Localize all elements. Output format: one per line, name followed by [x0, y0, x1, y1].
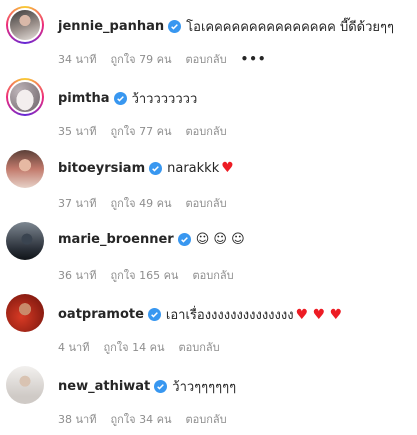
comment-item: jennie_panhan โอเคคคคคคคคคคคคคคค บี๊ดีด้…	[0, 6, 417, 66]
avatar[interactable]	[6, 78, 44, 116]
reply-button[interactable]: ตอบกลับ	[185, 122, 226, 140]
comment-item: pimtha ว้าววววววว 35 นาที ถูกใจ 77 คน ตอ…	[0, 78, 417, 138]
comment-time[interactable]: 4 นาที	[58, 338, 89, 356]
likes-count[interactable]: ถูกใจ 34 คน	[110, 410, 171, 428]
verified-badge-icon	[149, 161, 163, 175]
likes-count[interactable]: ถูกใจ 14 คน	[103, 338, 164, 356]
avatar[interactable]	[6, 150, 44, 188]
avatar-image	[8, 8, 42, 42]
verified-badge-icon	[147, 308, 161, 321]
comment-text: ว้าววววววว	[131, 92, 198, 107]
avatar[interactable]	[6, 294, 44, 332]
avatar-image	[6, 150, 44, 188]
reply-button[interactable]: ตอบกลับ	[185, 194, 226, 212]
comment-time[interactable]: 35 นาที	[58, 122, 96, 140]
comment-item: new_athiwat ว้าวๆๆๆๆๆๆ 38 นาที ถูกใจ 34 …	[0, 366, 417, 426]
verified-badge-icon	[177, 233, 191, 246]
comment-item: marie_broenner ☺ ☺ ☺ 36 นาที ถูกใจ 165 ค…	[0, 222, 417, 282]
comment-item: bitoeyrsiam narakkk ♥ 37 นาที ถูกใจ 49 ค…	[0, 150, 417, 210]
username[interactable]: marie_broenner	[58, 232, 174, 247]
heart-emoji: ♥	[221, 160, 234, 176]
verified-badge-icon	[154, 380, 168, 393]
avatar-image	[6, 222, 44, 260]
comment-text: โอเคคคคคคคคคคคคคคค บี๊ดีด้วยๆๆ	[186, 20, 395, 35]
comment-text: narakkk	[167, 160, 220, 176]
comment-time[interactable]: 38 นาที	[58, 410, 96, 428]
username[interactable]: pimtha	[58, 91, 110, 106]
avatar-image	[6, 366, 44, 404]
verified-badge-icon	[113, 92, 127, 105]
more-options-icon[interactable]: •••	[241, 52, 267, 66]
comment-time[interactable]: 37 นาที	[58, 194, 96, 212]
username[interactable]: jennie_panhan	[58, 19, 164, 34]
reply-button[interactable]: ตอบกลับ	[178, 338, 219, 356]
username[interactable]: bitoeyrsiam	[58, 161, 145, 176]
heart-emoji: ♥ ♥ ♥	[295, 306, 343, 323]
comment-text: เอาเรื่องงงงงงงงงงงงงง	[165, 308, 294, 323]
avatar[interactable]	[6, 222, 44, 260]
username[interactable]: new_athiwat	[58, 379, 150, 394]
reply-button[interactable]: ตอบกลับ	[185, 410, 226, 428]
avatar-image	[6, 294, 44, 332]
reply-button[interactable]: ตอบกลับ	[185, 50, 226, 68]
reply-button[interactable]: ตอบกลับ	[192, 266, 233, 284]
username[interactable]: oatpramote	[58, 307, 144, 322]
comment-time[interactable]: 36 นาที	[58, 266, 96, 284]
avatar-image	[8, 80, 42, 114]
likes-count[interactable]: ถูกใจ 79 คน	[110, 50, 171, 68]
comments-list: jennie_panhan โอเคคคคคคคคคคคคคคค บี๊ดีด้…	[0, 0, 417, 435]
comment-time[interactable]: 34 นาที	[58, 50, 96, 68]
comment-text: ว้าวๆๆๆๆๆๆ	[172, 380, 237, 395]
comment-text: ☺ ☺ ☺	[195, 232, 245, 247]
verified-badge-icon	[168, 20, 182, 33]
likes-count[interactable]: ถูกใจ 77 คน	[110, 122, 171, 140]
avatar[interactable]	[6, 6, 44, 44]
likes-count[interactable]: ถูกใจ 49 คน	[110, 194, 171, 212]
comment-item: oatpramote เอาเรื่องงงงงงงงงงงงงง ♥ ♥ ♥ …	[0, 294, 417, 354]
likes-count[interactable]: ถูกใจ 165 คน	[110, 266, 178, 284]
avatar[interactable]	[6, 366, 44, 404]
